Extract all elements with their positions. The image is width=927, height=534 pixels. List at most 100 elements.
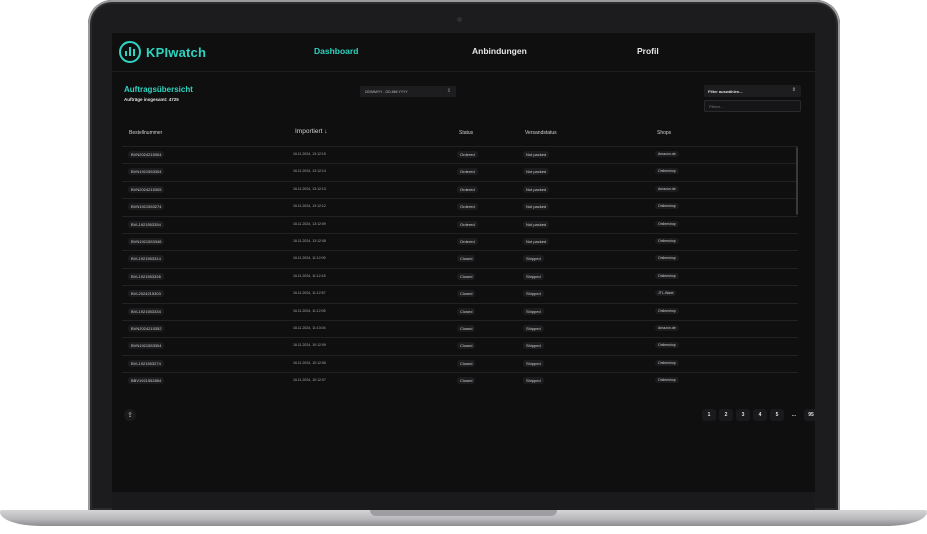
- table-row[interactable]: BVN1921553346 16.11.2024, 13:12:08 Ordered…: [122, 232, 798, 250]
- logo[interactable]: KPIwatch: [119, 39, 206, 65]
- shop-badge: Onlineshop: [655, 203, 679, 210]
- table-row[interactable]: BVN2024215305 16.11.2024, 13:12:13 Ordered…: [122, 180, 798, 198]
- import-date: 16.11.2024, 10:12:07: [293, 378, 326, 383]
- status-badge: Ordered: [457, 220, 478, 228]
- shop-badge: Onlineshop: [655, 342, 679, 349]
- date-range-value: DD/MM/YY - DD.MM.YYYY: [365, 89, 408, 94]
- shop-badge: JTL-Wawi: [655, 290, 677, 297]
- col-header-status[interactable]: Status: [459, 130, 473, 136]
- table-row[interactable]: BVN1921553274 16.11.2024, 13:12:12 Ordered…: [122, 198, 798, 215]
- table-scrollbar[interactable]: [796, 147, 798, 215]
- shipping-status-badge: Shipped: [523, 359, 544, 367]
- filter-input[interactable]: [704, 100, 801, 112]
- nav-profil[interactable]: Profil: [637, 46, 659, 56]
- table-row[interactable]: BVL1921553274 16.11.2024, 10:12:06 Closed S…: [122, 354, 798, 372]
- filter-select-label: Filter auswählen...: [708, 89, 743, 94]
- import-date: 16.11.2024, 11:12:57: [293, 291, 326, 296]
- app-screen: KPIwatch Dashboard Anbindungen Profil Au…: [112, 33, 815, 492]
- shipping-status-badge: Not packed: [523, 185, 550, 193]
- top-nav: KPIwatch Dashboard Anbindungen Profil: [112, 33, 815, 72]
- order-number: BVL1921553274: [128, 359, 164, 367]
- import-date: 16.11.2024, 13:12:12: [293, 204, 326, 209]
- table-row[interactable]: BVL1921553334 16.11.2024, 11:12:05 Closed S…: [122, 302, 798, 320]
- shop-badge: Amazon.de: [655, 151, 679, 157]
- shop-badge: Onlineshop: [655, 237, 679, 244]
- page-button-1[interactable]: 1: [702, 409, 716, 421]
- orders-total: Aufträge insgesamt: 4725: [124, 97, 179, 102]
- pagination: 1 2 3 4 5... 95: [702, 409, 815, 421]
- shop-badge: Onlineshop: [655, 307, 679, 314]
- shipping-status-badge: Not packed: [523, 237, 550, 245]
- page-button-4[interactable]: 4: [753, 409, 767, 421]
- order-number: BVN2024215304: [128, 151, 165, 158]
- table-row[interactable]: BVL1921553314 16.11.2024, 11:12:09 Closed S…: [122, 250, 798, 267]
- shop-badge: Amazon.de: [655, 185, 679, 192]
- col-header-shops[interactable]: Shops: [657, 130, 671, 136]
- shop-badge: Amazon.de: [655, 324, 679, 331]
- shipping-status-badge: Not packed: [523, 168, 550, 176]
- page-button-2[interactable]: 2: [719, 409, 733, 421]
- import-date: 16.11.2024, 11:12:09: [293, 256, 326, 261]
- order-number: BVN1921553346: [128, 237, 165, 245]
- date-range-select[interactable]: DD/MM/YY - DD.MM.YYYY ⇕: [360, 86, 456, 97]
- shipping-status-badge: Not packed: [523, 203, 550, 211]
- shipping-status-badge: Shipped: [523, 342, 544, 350]
- import-date: 16.11.2024, 11:12:05: [293, 308, 326, 313]
- table-row[interactable]: BVN1921553304 16.11.2024, 10:12:09 Closed S…: [122, 337, 798, 354]
- shipping-status-badge: Not packed: [523, 220, 550, 228]
- import-date: 16.11.2024, 13:12:08: [293, 238, 326, 243]
- shop-badge: Onlineshop: [655, 377, 679, 384]
- upload-cloud-icon[interactable]: ⇪: [124, 409, 136, 421]
- page-button-5[interactable]: 5: [770, 409, 784, 421]
- orders-table: BVN2024215304 16.11.2024, 13:12:15 Ordered…: [122, 146, 798, 389]
- chevron-updown-icon: ⇕: [791, 87, 796, 93]
- col-header-imported[interactable]: Importiert ↓: [295, 128, 328, 135]
- nav-anbindungen[interactable]: Anbindungen: [472, 46, 527, 56]
- status-badge: Ordered: [457, 203, 478, 211]
- order-number: BVL1921553354: [128, 220, 164, 228]
- table-row[interactable]: BVL1921553326 16.11.2024, 11:12:18 Closed S…: [122, 267, 798, 285]
- shop-badge: Onlineshop: [655, 220, 679, 227]
- status-badge: Closed: [457, 359, 476, 367]
- import-date: 16.11.2024, 13:12:15: [293, 152, 326, 156]
- shipping-status-badge: Shipped: [523, 324, 544, 332]
- page-button-95[interactable]: 95: [804, 409, 815, 421]
- shipping-status-badge: Shipped: [523, 290, 544, 298]
- col-header-shipping[interactable]: Versandstatus: [525, 130, 557, 136]
- shipping-status-badge: Shipped: [523, 272, 544, 280]
- import-date: 16.11.2024, 13:12:13: [293, 186, 326, 191]
- chart-logo-icon: [119, 41, 141, 63]
- order-number: BVN1921553274: [128, 203, 165, 211]
- screen-bezel: [112, 492, 815, 510]
- table-row[interactable]: BBV1921552854 16.11.2024, 10:12:07 Closed S…: [122, 372, 798, 389]
- chevron-updown-icon: ⇕: [446, 88, 451, 94]
- filter-select[interactable]: Filter auswählen... ⇕: [704, 85, 801, 97]
- brand-name: KPIwatch: [146, 44, 207, 60]
- import-date: 16.11.2024, 10:12:09: [293, 343, 326, 348]
- shipping-status-badge: Shipped: [523, 307, 544, 315]
- table-row[interactable]: BVL2024215303 16.11.2024, 11:12:57 Closed S…: [122, 285, 798, 302]
- status-badge: Ordered: [457, 185, 478, 193]
- camera: [457, 17, 462, 22]
- status-badge: Closed: [457, 342, 476, 350]
- order-number: BVN2024215305: [128, 185, 165, 193]
- col-header-order[interactable]: Bestellnummer: [129, 130, 162, 136]
- page-button-3[interactable]: 3: [736, 409, 750, 421]
- order-number: BVN2024215352: [128, 324, 165, 332]
- order-number: BVL2024215303: [128, 290, 164, 298]
- table-row[interactable]: BVN1921553304 16.11.2024, 13:12:14 Ordered…: [122, 163, 798, 180]
- order-number: BVL1921553326: [128, 272, 164, 280]
- status-badge: Closed: [457, 377, 476, 385]
- order-number: BVN1921553304: [128, 342, 165, 350]
- status-badge: Closed: [457, 307, 476, 315]
- status-badge: Closed: [457, 255, 476, 263]
- table-row[interactable]: BVN2024215304 16.11.2024, 13:12:15 Ordered…: [122, 146, 798, 163]
- shop-badge: Onlineshop: [655, 272, 679, 279]
- shipping-status-badge: Not packed: [523, 151, 550, 158]
- import-date: 16.11.2024, 10:12:06: [293, 360, 326, 365]
- nav-dashboard[interactable]: Dashboard: [314, 46, 358, 56]
- table-row[interactable]: BVN2024215352 16.11.2024, 11:13:04 Closed S…: [122, 319, 798, 337]
- table-row[interactable]: BVL1921553354 16.11.2024, 13:12:09 Ordered…: [122, 215, 798, 233]
- status-badge: Closed: [457, 272, 476, 280]
- status-badge: Ordered: [457, 151, 478, 158]
